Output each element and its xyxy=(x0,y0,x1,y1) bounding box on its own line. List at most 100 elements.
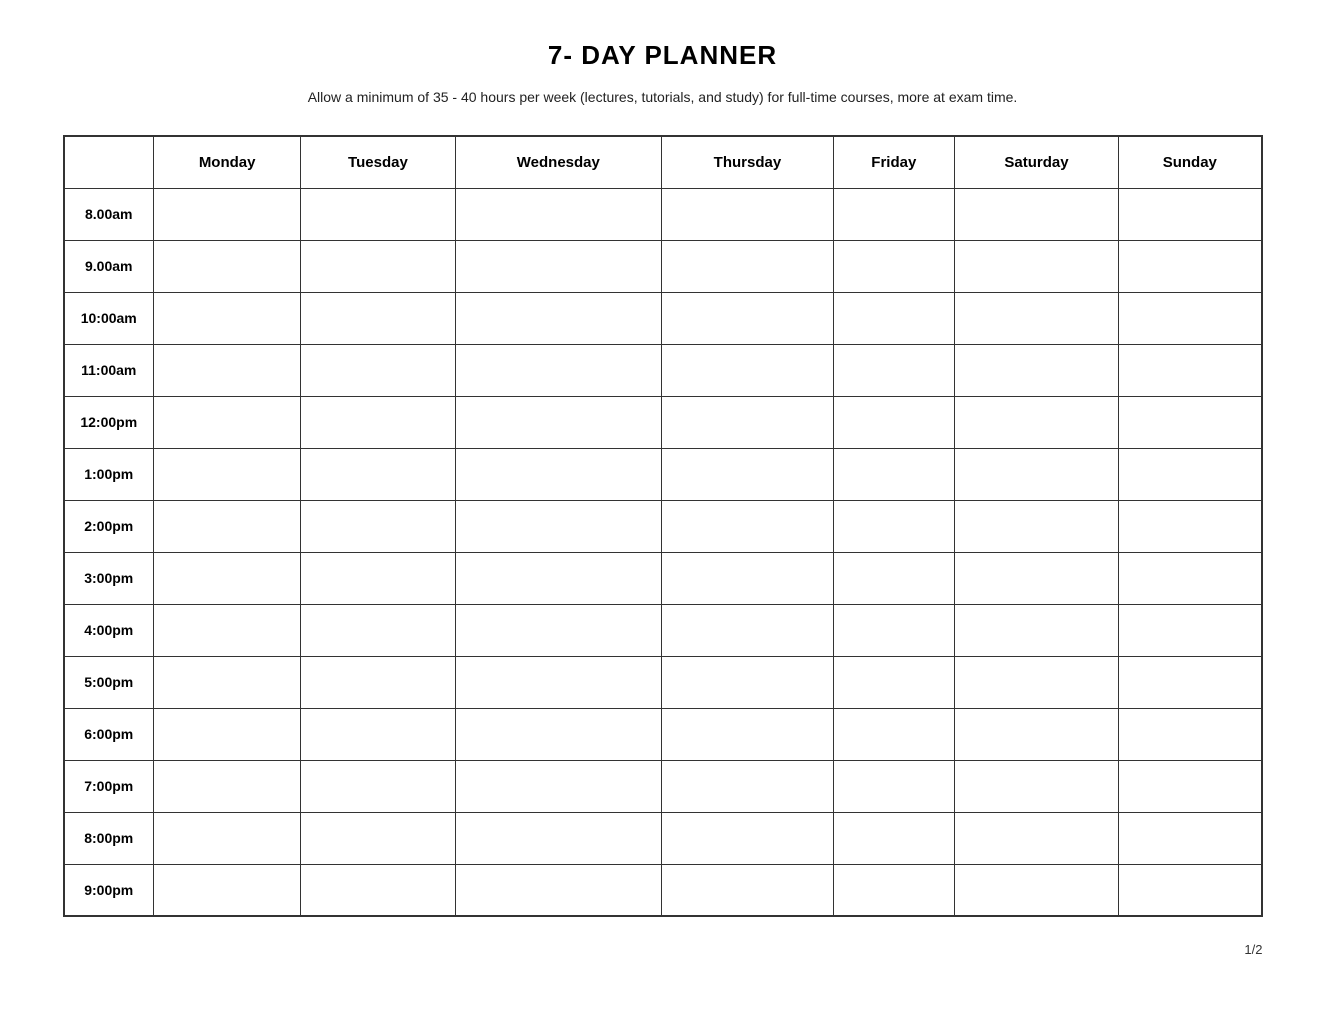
cell-monday-5[interactable] xyxy=(154,448,301,500)
cell-saturday-9[interactable] xyxy=(954,656,1118,708)
cell-thursday-5[interactable] xyxy=(662,448,834,500)
cell-friday-1[interactable] xyxy=(833,240,954,292)
cell-tuesday-8[interactable] xyxy=(301,604,455,656)
cell-saturday-10[interactable] xyxy=(954,708,1118,760)
cell-thursday-11[interactable] xyxy=(662,760,834,812)
cell-tuesday-12[interactable] xyxy=(301,812,455,864)
cell-friday-3[interactable] xyxy=(833,344,954,396)
cell-monday-7[interactable] xyxy=(154,552,301,604)
cell-thursday-0[interactable] xyxy=(662,188,834,240)
cell-wednesday-12[interactable] xyxy=(455,812,662,864)
cell-wednesday-5[interactable] xyxy=(455,448,662,500)
cell-tuesday-11[interactable] xyxy=(301,760,455,812)
cell-saturday-12[interactable] xyxy=(954,812,1118,864)
cell-wednesday-2[interactable] xyxy=(455,292,662,344)
cell-tuesday-6[interactable] xyxy=(301,500,455,552)
time-cell: 10:00am xyxy=(64,292,154,344)
cell-saturday-0[interactable] xyxy=(954,188,1118,240)
cell-wednesday-9[interactable] xyxy=(455,656,662,708)
cell-saturday-3[interactable] xyxy=(954,344,1118,396)
cell-saturday-4[interactable] xyxy=(954,396,1118,448)
cell-saturday-13[interactable] xyxy=(954,864,1118,916)
cell-sunday-4[interactable] xyxy=(1119,396,1262,448)
cell-sunday-10[interactable] xyxy=(1119,708,1262,760)
cell-wednesday-13[interactable] xyxy=(455,864,662,916)
cell-saturday-2[interactable] xyxy=(954,292,1118,344)
cell-tuesday-0[interactable] xyxy=(301,188,455,240)
cell-thursday-10[interactable] xyxy=(662,708,834,760)
cell-thursday-13[interactable] xyxy=(662,864,834,916)
cell-tuesday-5[interactable] xyxy=(301,448,455,500)
cell-thursday-9[interactable] xyxy=(662,656,834,708)
cell-wednesday-0[interactable] xyxy=(455,188,662,240)
cell-monday-4[interactable] xyxy=(154,396,301,448)
cell-tuesday-1[interactable] xyxy=(301,240,455,292)
cell-wednesday-1[interactable] xyxy=(455,240,662,292)
cell-friday-11[interactable] xyxy=(833,760,954,812)
cell-friday-0[interactable] xyxy=(833,188,954,240)
cell-thursday-6[interactable] xyxy=(662,500,834,552)
cell-friday-4[interactable] xyxy=(833,396,954,448)
cell-sunday-7[interactable] xyxy=(1119,552,1262,604)
cell-monday-6[interactable] xyxy=(154,500,301,552)
cell-wednesday-4[interactable] xyxy=(455,396,662,448)
cell-monday-9[interactable] xyxy=(154,656,301,708)
cell-thursday-8[interactable] xyxy=(662,604,834,656)
cell-friday-5[interactable] xyxy=(833,448,954,500)
cell-tuesday-10[interactable] xyxy=(301,708,455,760)
cell-tuesday-13[interactable] xyxy=(301,864,455,916)
cell-sunday-2[interactable] xyxy=(1119,292,1262,344)
cell-saturday-7[interactable] xyxy=(954,552,1118,604)
cell-thursday-4[interactable] xyxy=(662,396,834,448)
cell-friday-8[interactable] xyxy=(833,604,954,656)
cell-saturday-6[interactable] xyxy=(954,500,1118,552)
cell-saturday-5[interactable] xyxy=(954,448,1118,500)
cell-thursday-3[interactable] xyxy=(662,344,834,396)
cell-monday-2[interactable] xyxy=(154,292,301,344)
cell-wednesday-7[interactable] xyxy=(455,552,662,604)
cell-wednesday-8[interactable] xyxy=(455,604,662,656)
cell-sunday-0[interactable] xyxy=(1119,188,1262,240)
cell-thursday-2[interactable] xyxy=(662,292,834,344)
cell-saturday-8[interactable] xyxy=(954,604,1118,656)
cell-saturday-1[interactable] xyxy=(954,240,1118,292)
cell-monday-1[interactable] xyxy=(154,240,301,292)
cell-wednesday-6[interactable] xyxy=(455,500,662,552)
cell-monday-8[interactable] xyxy=(154,604,301,656)
cell-sunday-13[interactable] xyxy=(1119,864,1262,916)
header-time xyxy=(64,136,154,188)
cell-tuesday-3[interactable] xyxy=(301,344,455,396)
cell-monday-13[interactable] xyxy=(154,864,301,916)
cell-sunday-12[interactable] xyxy=(1119,812,1262,864)
cell-tuesday-7[interactable] xyxy=(301,552,455,604)
cell-friday-9[interactable] xyxy=(833,656,954,708)
cell-friday-10[interactable] xyxy=(833,708,954,760)
cell-tuesday-2[interactable] xyxy=(301,292,455,344)
cell-tuesday-9[interactable] xyxy=(301,656,455,708)
cell-friday-7[interactable] xyxy=(833,552,954,604)
cell-monday-11[interactable] xyxy=(154,760,301,812)
cell-monday-3[interactable] xyxy=(154,344,301,396)
cell-thursday-7[interactable] xyxy=(662,552,834,604)
cell-sunday-9[interactable] xyxy=(1119,656,1262,708)
cell-sunday-8[interactable] xyxy=(1119,604,1262,656)
cell-monday-10[interactable] xyxy=(154,708,301,760)
cell-friday-6[interactable] xyxy=(833,500,954,552)
cell-thursday-12[interactable] xyxy=(662,812,834,864)
cell-tuesday-4[interactable] xyxy=(301,396,455,448)
cell-monday-12[interactable] xyxy=(154,812,301,864)
cell-sunday-5[interactable] xyxy=(1119,448,1262,500)
cell-friday-2[interactable] xyxy=(833,292,954,344)
cell-monday-0[interactable] xyxy=(154,188,301,240)
cell-wednesday-10[interactable] xyxy=(455,708,662,760)
cell-friday-12[interactable] xyxy=(833,812,954,864)
cell-sunday-11[interactable] xyxy=(1119,760,1262,812)
cell-sunday-3[interactable] xyxy=(1119,344,1262,396)
cell-wednesday-3[interactable] xyxy=(455,344,662,396)
cell-wednesday-11[interactable] xyxy=(455,760,662,812)
cell-sunday-6[interactable] xyxy=(1119,500,1262,552)
cell-friday-13[interactable] xyxy=(833,864,954,916)
cell-sunday-1[interactable] xyxy=(1119,240,1262,292)
cell-saturday-11[interactable] xyxy=(954,760,1118,812)
cell-thursday-1[interactable] xyxy=(662,240,834,292)
